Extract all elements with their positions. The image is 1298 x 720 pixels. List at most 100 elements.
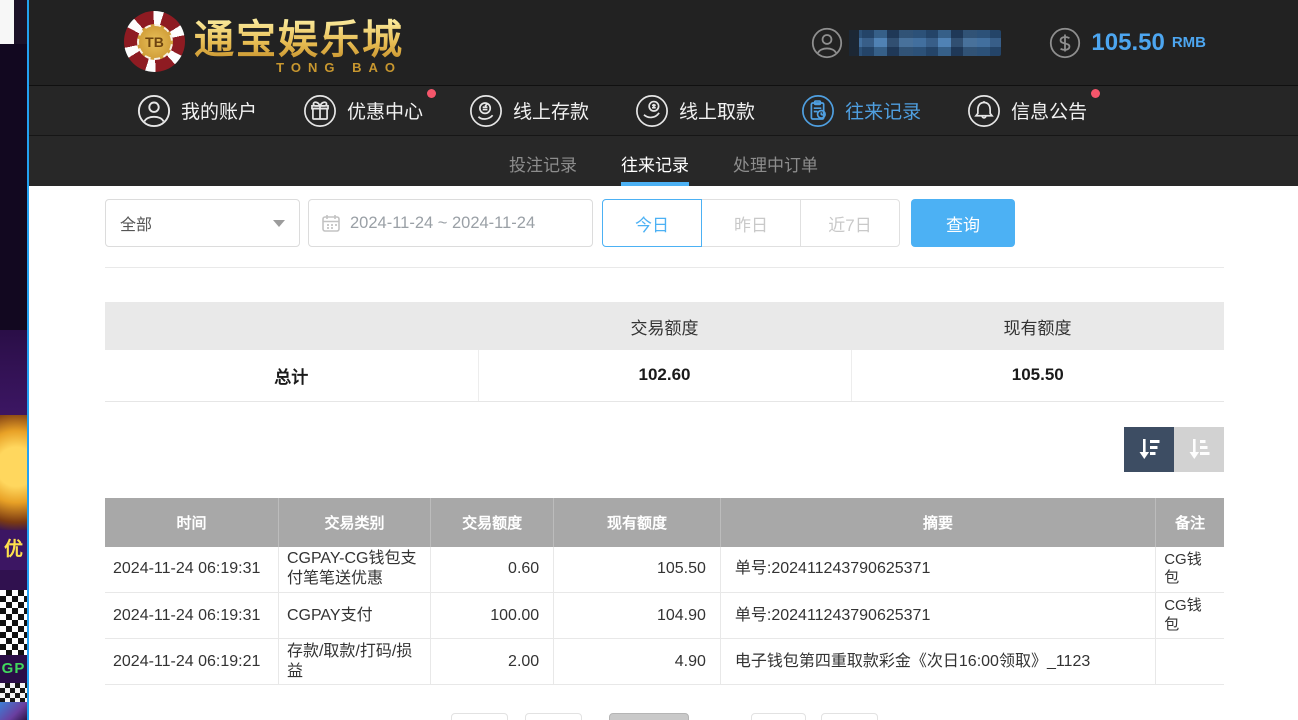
- nav-label: 线上取款: [679, 97, 755, 124]
- pagination-button[interactable]: [525, 713, 582, 720]
- pagination-current-button[interactable]: [609, 713, 689, 720]
- bg-purple-banner: [0, 330, 27, 415]
- deposit-icon: [469, 94, 503, 128]
- balance-currency: RMB: [1172, 34, 1206, 51]
- cell-summary: 单号:202411243790625371: [720, 593, 1155, 639]
- nav-item-announcements[interactable]: 信息公告: [967, 94, 1087, 128]
- notification-dot: [427, 89, 436, 98]
- cell-time: 2024-11-24 06:19:21: [105, 639, 278, 685]
- casino-chip-icon: TB: [124, 11, 185, 72]
- site-logo[interactable]: TB 通宝娱乐城 TONG BAO: [124, 11, 404, 72]
- today-button[interactable]: 今日: [602, 199, 702, 247]
- nav-item-promotions[interactable]: 优惠中心: [303, 94, 423, 128]
- window-edge-border: [27, 0, 29, 720]
- summary-total-amount: 102.60: [478, 350, 851, 401]
- nav-item-records[interactable]: 往来记录: [801, 94, 921, 128]
- cell-remark: CG钱包: [1156, 593, 1224, 639]
- pagination-button[interactable]: [451, 713, 508, 720]
- nav-item-deposit[interactable]: 线上存款: [469, 94, 589, 128]
- sort-asc-icon: [1185, 435, 1213, 463]
- top-header: TB 通宝娱乐城 TONG BAO: [29, 0, 1298, 85]
- summary-header-balance: 现有额度: [851, 302, 1224, 350]
- summary-total-label: 总计: [105, 350, 478, 401]
- records-table: 时间 交易类别 交易额度 现有额度 摘要 备注 2024-11-24 06:19…: [105, 498, 1224, 686]
- background-window-strip: 优 GP: [0, 0, 27, 720]
- section-divider: [105, 267, 1224, 268]
- col-header-type: 交易类别: [278, 498, 430, 547]
- records-header-row: 时间 交易类别 交易额度 现有额度 摘要 备注: [105, 498, 1224, 547]
- cell-time: 2024-11-24 06:19:31: [105, 547, 278, 593]
- nav-item-withdraw[interactable]: 线上取款: [635, 94, 755, 128]
- nav-label: 我的账户: [181, 97, 257, 124]
- bg-qr-code: [0, 590, 27, 655]
- nav-label: 线上存款: [513, 97, 589, 124]
- pagination-button[interactable]: [821, 713, 878, 720]
- user-account-box[interactable]: [811, 27, 1001, 59]
- pagination-button[interactable]: [751, 713, 806, 720]
- bg-qr-code-small: [0, 683, 27, 702]
- quick-range-group: 今日 昨日 近7日: [602, 199, 900, 247]
- cell-time: 2024-11-24 06:19:31: [105, 593, 278, 639]
- bell-icon: [967, 94, 1001, 128]
- filter-bar: 全部 2024-11-24 ~ 2024-11-24 今日 昨日 近7日 查询: [105, 199, 1224, 247]
- cell-balance: 105.50: [554, 547, 721, 593]
- search-button[interactable]: 查询: [911, 199, 1015, 247]
- user-icon: [811, 27, 843, 59]
- bg-promo-text: 优: [0, 530, 27, 570]
- summary-header-amount: 交易额度: [478, 302, 851, 350]
- cell-type: CGPAY支付: [278, 593, 430, 639]
- sort-ascending-button[interactable]: [1174, 427, 1224, 472]
- cell-type: CGPAY-CG钱包支付笔笔送优惠: [278, 547, 430, 593]
- username-blurred: [849, 30, 1001, 56]
- last7days-button[interactable]: 近7日: [800, 199, 900, 247]
- sort-desc-icon: [1135, 435, 1163, 463]
- cell-summary: 单号:202411243790625371: [720, 547, 1155, 593]
- col-header-summary: 摘要: [720, 498, 1155, 547]
- summary-total-row: 总计 102.60 105.50: [105, 350, 1224, 401]
- nav-label: 信息公告: [1011, 97, 1087, 124]
- nav-item-my-account[interactable]: 我的账户: [137, 94, 257, 128]
- bg-character-art: [0, 702, 27, 720]
- table-row: 2024-11-24 06:19:31 CGPAY支付 100.00 104.9…: [105, 593, 1224, 639]
- notification-dot: [1091, 89, 1100, 98]
- bg-white-sliver: [0, 0, 27, 44]
- cell-balance: 104.90: [554, 593, 721, 639]
- tab-betting-records[interactable]: 投注记录: [509, 136, 577, 186]
- col-header-remark: 备注: [1156, 498, 1224, 547]
- content-area: 全部 2024-11-24 ~ 2024-11-24 今日 昨日 近7日 查询: [29, 199, 1298, 720]
- cell-type: 存款/取款/打码/损益: [278, 639, 430, 685]
- main-nav: 我的账户 优惠中心 线上存款: [29, 85, 1298, 136]
- date-range-input[interactable]: 2024-11-24 ~ 2024-11-24: [308, 199, 593, 247]
- summary-header-empty: [105, 302, 478, 350]
- bg-purple-gap: [0, 570, 27, 590]
- chip-tb-monogram: TB: [137, 24, 173, 60]
- calendar-icon: [321, 213, 341, 233]
- col-header-amount: 交易额度: [431, 498, 554, 547]
- sort-controls: [105, 427, 1224, 472]
- nav-label: 往来记录: [845, 97, 921, 124]
- balance-box[interactable]: 105.50 RMB: [1049, 27, 1206, 59]
- pagination: [105, 713, 1224, 720]
- tab-transaction-records[interactable]: 往来记录: [621, 136, 689, 186]
- cell-amount: 0.60: [431, 547, 554, 593]
- main-window: TB 通宝娱乐城 TONG BAO: [29, 0, 1298, 720]
- bg-dark-area: [0, 44, 27, 330]
- tab-processing-orders[interactable]: 处理中订单: [733, 136, 818, 186]
- bg-gold-coins-art: [0, 415, 27, 530]
- type-select-value: 全部: [120, 211, 273, 235]
- gift-icon: [303, 94, 337, 128]
- chevron-down-icon: [273, 220, 285, 227]
- cell-remark: CG钱包: [1156, 547, 1224, 593]
- type-select[interactable]: 全部: [105, 199, 300, 247]
- date-range-value: 2024-11-24 ~ 2024-11-24: [350, 214, 535, 233]
- records-icon: [801, 94, 835, 128]
- sort-descending-button[interactable]: [1124, 427, 1174, 472]
- balance-amount: 105.50: [1091, 29, 1164, 57]
- col-header-time: 时间: [105, 498, 278, 547]
- bg-gp-text: GP: [0, 655, 27, 683]
- yesterday-button[interactable]: 昨日: [701, 199, 801, 247]
- table-row: 2024-11-24 06:19:21 存款/取款/打码/损益 2.00 4.9…: [105, 639, 1224, 685]
- summary-table: 交易额度 现有额度 总计 102.60 105.50: [105, 302, 1224, 402]
- cell-amount: 100.00: [431, 593, 554, 639]
- dollar-icon: [1049, 27, 1081, 59]
